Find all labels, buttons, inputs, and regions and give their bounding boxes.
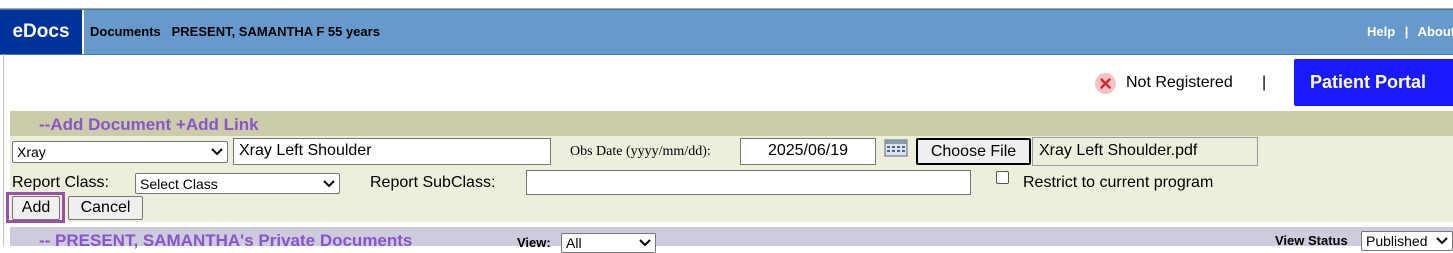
top-border — [0, 0, 1453, 9]
header-link-separator: | — [1404, 24, 1409, 39]
view-status-value: Published — [1366, 233, 1428, 249]
chevron-down-icon — [1435, 233, 1449, 249]
view-status-select[interactable]: Published — [1361, 231, 1453, 251]
page-title: Documents PRESENT, SAMANTHA F 55 years — [90, 24, 380, 39]
obs-date-input[interactable]: 2025/06/19 — [740, 138, 876, 165]
chosen-file-name: Xray Left Shoulder.pdf — [1032, 137, 1258, 166]
report-class-label: Report Class: — [12, 174, 109, 191]
document-type-select[interactable]: Xray — [12, 141, 228, 163]
chevron-down-icon — [638, 235, 652, 251]
report-subclass-input[interactable] — [526, 170, 971, 195]
report-class-value: Select Class — [140, 175, 218, 192]
cancel-button[interactable]: Cancel — [68, 196, 143, 220]
chevron-down-icon — [322, 176, 336, 192]
about-link[interactable]: About — [1418, 24, 1453, 39]
calendar-icon[interactable] — [884, 139, 908, 157]
document-type-value: Xray — [17, 144, 46, 160]
view-filter-label: View: — [517, 235, 551, 250]
add-document-heading[interactable]: --Add Document +Add Link — [39, 114, 259, 136]
registration-separator: | — [1262, 74, 1267, 91]
help-link[interactable]: Help — [1367, 24, 1395, 39]
patient-portal-button[interactable]: Patient Portal — [1294, 59, 1453, 106]
restrict-program-label: Restrict to current program — [1023, 174, 1214, 191]
private-documents-heading[interactable]: -- PRESENT, SAMANTHA's Private Documents — [39, 230, 412, 252]
obs-date-label: Obs Date (yyyy/mm/dd): — [570, 144, 711, 159]
choose-file-button[interactable]: Choose File — [916, 138, 1031, 165]
restrict-program-checkbox[interactable] — [996, 171, 1009, 184]
brand-logo: eDocs — [0, 10, 84, 54]
add-button[interactable]: Add — [12, 196, 60, 220]
x-circle-icon — [1095, 73, 1116, 94]
left-border — [3, 54, 4, 246]
report-class-select[interactable]: Select Class — [135, 173, 340, 194]
header-links: Help | About — [1367, 10, 1453, 54]
document-description-input[interactable]: Xray Left Shoulder — [233, 138, 551, 165]
view-filter-select[interactable]: All — [561, 233, 656, 253]
app-header: eDocs Documents PRESENT, SAMANTHA F 55 y… — [0, 9, 1453, 55]
registration-status: Not Registered — [1126, 74, 1233, 91]
view-filter-value: All — [566, 235, 582, 251]
chevron-down-icon — [210, 144, 224, 160]
report-subclass-label: Report SubClass: — [370, 174, 496, 191]
view-status-label: View Status — [1275, 233, 1348, 248]
